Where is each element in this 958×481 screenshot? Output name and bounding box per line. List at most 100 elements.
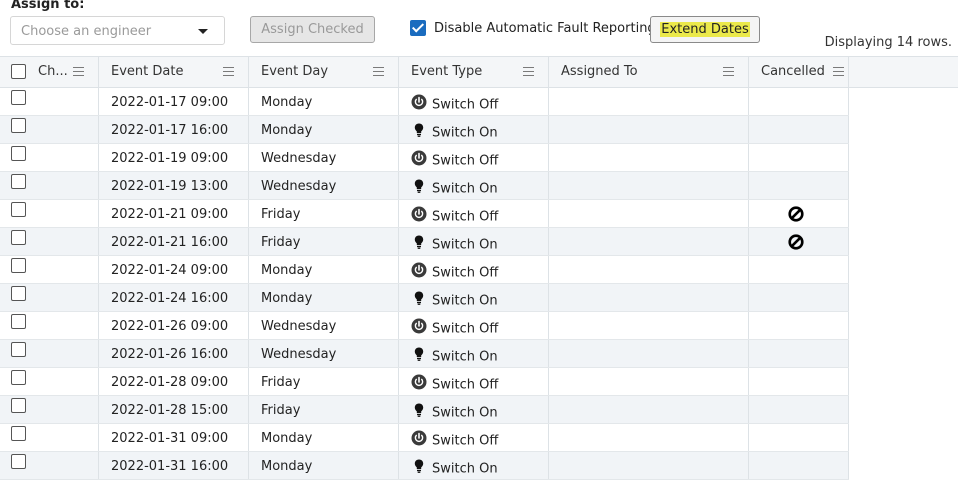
- cell-event-date: 2022-01-31 16:00: [99, 452, 249, 479]
- event-type-label: Switch Off: [432, 433, 499, 449]
- event-day: Friday: [261, 375, 301, 390]
- event-type: Switch Off: [411, 374, 498, 395]
- table-row[interactable]: 2022-01-17 16:00 Monday Switch On: [0, 116, 849, 144]
- column-header-event-type[interactable]: Event Type: [399, 57, 549, 87]
- row-checkbox[interactable]: [11, 90, 26, 105]
- cell-event-day: Friday: [249, 396, 399, 423]
- table-row[interactable]: 2022-01-21 09:00 Friday Switch Off: [0, 200, 849, 228]
- table-row[interactable]: 2022-01-28 09:00 Friday Switch Off: [0, 368, 849, 396]
- table-row[interactable]: 2022-01-21 16:00 Friday Switch On: [0, 228, 849, 256]
- cell-event-date: 2022-01-28 15:00: [99, 396, 249, 423]
- column-menu-icon[interactable]: [723, 67, 734, 76]
- column-menu-icon[interactable]: [73, 67, 84, 76]
- row-checkbox[interactable]: [11, 174, 26, 189]
- row-checkbox[interactable]: [11, 370, 26, 385]
- table-row[interactable]: 2022-01-17 09:00 Monday Switch Off: [0, 88, 849, 116]
- cell-event-day: Monday: [249, 424, 399, 451]
- lightbulb-icon: [411, 122, 427, 142]
- power-icon: [411, 318, 427, 338]
- event-type: Switch On: [411, 291, 498, 311]
- row-checkbox[interactable]: [11, 202, 26, 217]
- row-checkbox[interactable]: [11, 230, 26, 245]
- row-checkbox[interactable]: [11, 426, 26, 441]
- cell-assigned-to: [549, 452, 749, 479]
- column-header-assigned-to[interactable]: Assigned To: [549, 57, 749, 87]
- cell-event-type: Switch Off: [399, 368, 549, 395]
- cell-checkbox: [0, 452, 99, 479]
- cell-cancelled: [749, 340, 849, 367]
- event-date: 2022-01-24 16:00: [111, 291, 229, 306]
- table-row[interactable]: 2022-01-24 09:00 Monday Switch Off: [0, 256, 849, 284]
- power-icon: [411, 430, 427, 450]
- cell-event-day: Wednesday: [249, 144, 399, 171]
- event-type: Switch Off: [411, 150, 498, 171]
- select-all-checkbox[interactable]: [11, 64, 26, 79]
- row-checkbox[interactable]: [11, 454, 26, 469]
- event-type-label: Switch Off: [432, 265, 499, 281]
- cancelled-icon: [788, 206, 804, 222]
- row-checkbox[interactable]: [11, 118, 26, 133]
- event-type-label: Switch Off: [432, 209, 499, 225]
- row-checkbox[interactable]: [11, 286, 26, 301]
- event-date: 2022-01-26 09:00: [111, 319, 229, 334]
- row-checkbox[interactable]: [11, 258, 26, 273]
- event-day: Friday: [261, 403, 301, 418]
- column-menu-icon[interactable]: [373, 67, 384, 76]
- cell-event-type: Switch Off: [399, 256, 549, 283]
- table-row[interactable]: 2022-01-31 09:00 Monday Switch Off: [0, 424, 849, 452]
- cell-assigned-to: [549, 116, 749, 143]
- event-day: Friday: [261, 235, 301, 250]
- grid-header: Ch... Event Date Event Day Event Type As…: [0, 56, 958, 88]
- row-checkbox[interactable]: [11, 342, 26, 357]
- column-header-label: Cancelled: [761, 64, 825, 79]
- row-checkbox[interactable]: [11, 398, 26, 413]
- table-row[interactable]: 2022-01-24 16:00 Monday Switch On: [0, 284, 849, 312]
- cell-event-type: Switch On: [399, 452, 549, 479]
- cell-event-date: 2022-01-24 16:00: [99, 284, 249, 311]
- cell-checkbox: [0, 228, 99, 255]
- cell-event-type: Switch Off: [399, 312, 549, 339]
- cell-assigned-to: [549, 256, 749, 283]
- cell-event-type: Switch On: [399, 116, 549, 143]
- cell-checkbox: [0, 340, 99, 367]
- cell-event-date: 2022-01-19 09:00: [99, 144, 249, 171]
- column-header-label: Event Date: [111, 64, 184, 79]
- table-row[interactable]: 2022-01-19 13:00 Wednesday Switch On: [0, 172, 849, 200]
- event-type: Switch On: [411, 123, 498, 143]
- table-row[interactable]: 2022-01-26 09:00 Wednesday Switch Off: [0, 312, 849, 340]
- cell-assigned-to: [549, 284, 749, 311]
- column-menu-icon[interactable]: [523, 67, 534, 76]
- event-type-label: Switch Off: [432, 97, 499, 113]
- disable-fault-reporting-checkbox[interactable]: [410, 20, 426, 36]
- row-checkbox[interactable]: [11, 146, 26, 161]
- table-row[interactable]: 2022-01-26 16:00 Wednesday Switch On: [0, 340, 849, 368]
- cell-event-type: Switch On: [399, 172, 549, 199]
- row-checkbox[interactable]: [11, 314, 26, 329]
- column-header-checked[interactable]: Ch...: [0, 57, 99, 87]
- cell-event-day: Monday: [249, 256, 399, 283]
- column-header-event-day[interactable]: Event Day: [249, 57, 399, 87]
- cell-event-day: Monday: [249, 452, 399, 479]
- cell-event-type: Switch On: [399, 228, 549, 255]
- engineer-select[interactable]: Choose an engineer: [10, 16, 225, 45]
- event-date: 2022-01-19 13:00: [111, 179, 229, 194]
- column-menu-icon[interactable]: [223, 67, 234, 76]
- assign-checked-button[interactable]: Assign Checked: [250, 16, 375, 43]
- cell-event-date: 2022-01-28 09:00: [99, 368, 249, 395]
- column-header-event-date[interactable]: Event Date: [99, 57, 249, 87]
- cell-cancelled: [749, 172, 849, 199]
- event-date: 2022-01-24 09:00: [111, 263, 229, 278]
- lightbulb-icon: [411, 402, 427, 422]
- event-day: Monday: [261, 123, 313, 138]
- extend-dates-button[interactable]: Extend Dates: [650, 16, 760, 43]
- event-type-label: Switch On: [432, 461, 498, 477]
- column-header-cancelled[interactable]: Cancelled: [749, 57, 849, 87]
- table-row[interactable]: 2022-01-31 16:00 Monday Switch On: [0, 452, 849, 480]
- lightbulb-icon: [411, 234, 427, 254]
- table-row[interactable]: 2022-01-28 15:00 Friday Switch On: [0, 396, 849, 424]
- event-day: Wednesday: [261, 347, 337, 362]
- lightbulb-icon: [411, 178, 427, 198]
- column-menu-icon[interactable]: [833, 67, 844, 76]
- table-row[interactable]: 2022-01-19 09:00 Wednesday Switch Off: [0, 144, 849, 172]
- cell-assigned-to: [549, 88, 749, 115]
